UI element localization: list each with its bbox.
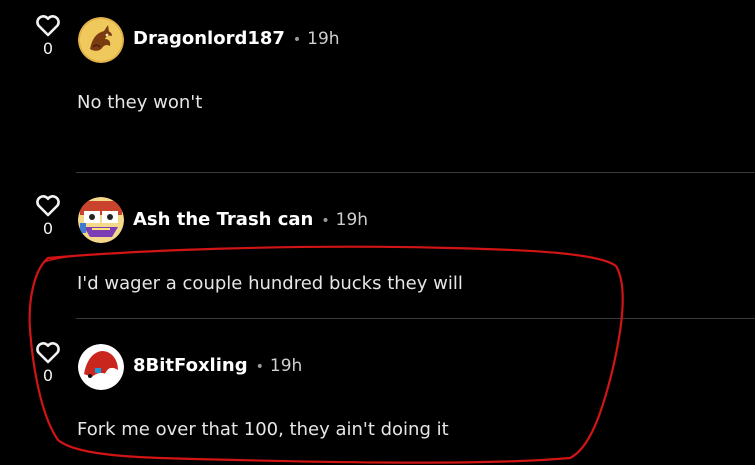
like-control[interactable]: 0 [34,341,62,385]
comment-2: 0 Ash the Trash can • 19h I'd wager a coup… [0,173,755,318]
heart-icon[interactable] [34,194,62,218]
comment-text: Fork me over that 100, they ain't doing … [77,419,449,440]
author-name[interactable]: 8BitFoxling [133,355,248,376]
like-count: 0 [42,39,54,58]
author-line: 8BitFoxling • 19h [133,355,302,378]
comment-text: No they won't [77,92,203,113]
comment-thread: 0 Dragonlord187 • 19h No they won't 0 As… [0,0,755,465]
timestamp: 19h [307,29,340,49]
like-count: 0 [42,366,54,385]
timestamp: 19h [335,210,369,230]
fox-avatar-icon[interactable] [78,344,124,390]
comment-3: 0 8BitFoxling • 19h Fork me over that 100,… [0,319,755,465]
author-name[interactable]: Dragonlord187 [133,28,285,49]
separator-dot: • [255,359,264,375]
cartoon-avatar-icon[interactable] [78,197,124,243]
like-control[interactable]: 0 [34,14,62,58]
comment-text: I'd wager a couple hundred bucks they wi… [77,273,463,294]
heart-icon[interactable] [34,341,62,365]
author-name[interactable]: Ash the Trash can [133,209,313,230]
author-line: Dragonlord187 • 19h [133,28,340,51]
dragon-avatar-icon[interactable] [78,17,124,63]
heart-icon[interactable] [34,14,62,38]
timestamp: 19h [269,356,303,376]
author-line: Ash the Trash can • 19h [133,209,368,232]
separator-dot: • [321,213,330,229]
like-count: 0 [42,219,54,238]
like-control[interactable]: 0 [34,194,62,238]
comment-1: 0 Dragonlord187 • 19h No they won't [0,0,755,172]
separator-dot: • [292,32,302,48]
